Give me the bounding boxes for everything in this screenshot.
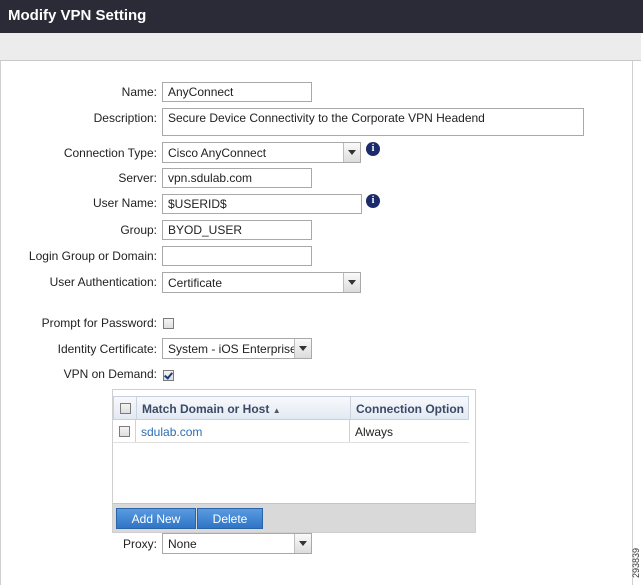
table-action-bar: Add New Delete	[113, 503, 475, 532]
chevron-down-icon[interactable]	[294, 534, 311, 553]
name-input[interactable]: AnyConnect	[162, 82, 312, 102]
column-divider	[350, 397, 351, 419]
description-textarea[interactable]: Secure Device Connectivity to the Corpor…	[162, 108, 584, 136]
window-titlebar: Modify VPN Setting	[0, 0, 643, 33]
prompt-password-checkbox[interactable]	[163, 318, 174, 329]
add-new-button[interactable]: Add New	[116, 508, 196, 529]
login-group-input[interactable]	[162, 246, 312, 266]
identity-certificate-value: System - iOS Enterprise	[168, 342, 297, 356]
column-header-connection-option[interactable]: Connection Option	[356, 402, 464, 416]
column-header-domain-label: Match Domain or Host	[142, 402, 270, 416]
vpn-on-demand-label: VPN on Demand:	[63, 367, 157, 381]
description-label: Description:	[93, 111, 157, 125]
chevron-down-icon[interactable]	[294, 339, 311, 358]
delete-button[interactable]: Delete	[197, 508, 263, 529]
user-name-label: User Name:	[92, 196, 157, 210]
identity-certificate-select[interactable]: System - iOS Enterprise	[162, 338, 312, 359]
toolbar-strip	[0, 33, 641, 61]
figure-id: 293839	[631, 548, 641, 579]
select-all-checkbox[interactable]	[120, 403, 131, 414]
row-checkbox[interactable]	[119, 426, 130, 437]
row-domain-link[interactable]: sdulab.com	[141, 425, 202, 439]
name-label: Name:	[121, 85, 157, 99]
user-name-input[interactable]: $USERID$	[162, 194, 362, 214]
column-header-domain[interactable]: Match Domain or Host ▲	[142, 402, 281, 416]
user-authentication-label: User Authentication:	[49, 275, 157, 289]
chevron-down-icon[interactable]	[343, 143, 360, 162]
user-authentication-select[interactable]: Certificate	[162, 272, 361, 293]
row-connection-option: Always	[355, 425, 394, 439]
column-divider	[136, 397, 137, 419]
match-domain-table: Match Domain or Host ▲ Connection Option…	[112, 389, 476, 533]
chevron-down-icon[interactable]	[343, 273, 360, 292]
proxy-value: None	[168, 537, 197, 551]
connection-type-label: Connection Type:	[63, 146, 157, 160]
proxy-label: Proxy:	[122, 537, 157, 551]
info-icon[interactable]: i	[366, 142, 380, 156]
identity-certificate-label: Identity Certificate:	[57, 342, 157, 356]
info-icon[interactable]: i	[366, 194, 380, 208]
table-row[interactable]: sdulab.com Always	[113, 420, 469, 443]
user-authentication-value: Certificate	[168, 276, 223, 290]
proxy-select[interactable]: None	[162, 533, 312, 554]
login-group-label: Login Group or Domain:	[28, 249, 157, 263]
prompt-password-label: Prompt for Password:	[41, 316, 157, 330]
server-input[interactable]: vpn.sdulab.com	[162, 168, 312, 188]
connection-type-select[interactable]: Cisco AnyConnect	[162, 142, 361, 163]
sort-ascending-icon: ▲	[272, 406, 281, 415]
group-input[interactable]: BYOD_USER	[162, 220, 312, 240]
group-label: Group:	[120, 223, 157, 237]
window-title: Modify VPN Setting	[8, 7, 147, 24]
table-header: Match Domain or Host ▲ Connection Option	[113, 396, 469, 420]
connection-type-value: Cisco AnyConnect	[168, 146, 267, 160]
column-divider	[349, 420, 350, 442]
server-label: Server:	[118, 171, 157, 185]
column-divider	[135, 420, 136, 442]
vpn-on-demand-checkbox[interactable]	[163, 370, 174, 381]
